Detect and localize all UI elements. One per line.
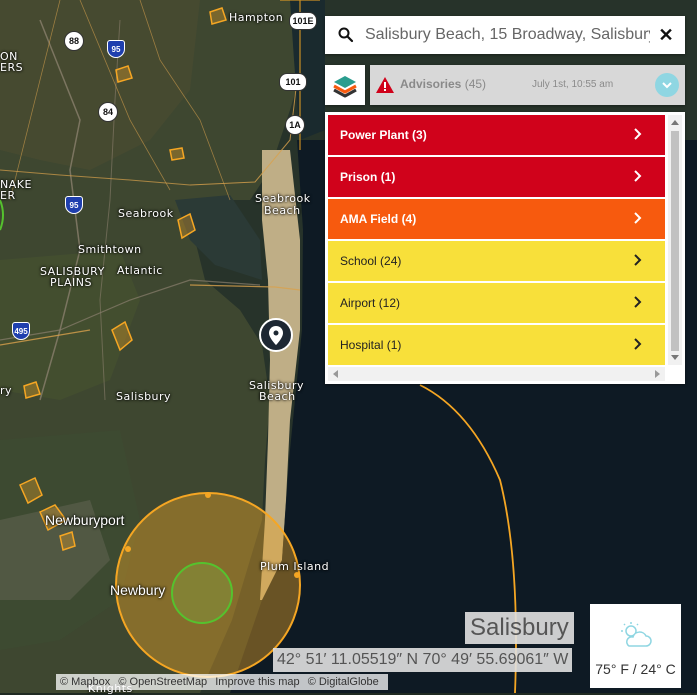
category-count: (1)	[386, 338, 402, 352]
layers-button[interactable]	[325, 65, 365, 105]
map-label-smithtown: Smithtown	[78, 243, 142, 256]
chevron-right-icon	[634, 212, 642, 224]
scroll-left-icon[interactable]	[333, 370, 338, 378]
advisory-categories-panel: Power Plant (3) Prison (1) AMA Field (4) Sc…	[325, 112, 685, 384]
attribution-mapbox[interactable]: © Mapbox	[60, 676, 110, 688]
category-row-school[interactable]: School (24)	[328, 241, 665, 281]
search-icon[interactable]	[337, 26, 355, 44]
category-name: Airport	[340, 296, 376, 310]
advisories-bar[interactable]: Advisories (45) July 1st, 10:55 am	[370, 65, 685, 105]
category-row-ama-field[interactable]: AMA Field (4)	[328, 199, 665, 239]
category-label: Power Plant (3)	[340, 128, 427, 142]
map-label-edge-2: ERS	[0, 61, 24, 74]
interstate-95-number: 95	[111, 45, 121, 54]
interstate-495-shield: 495	[12, 322, 30, 340]
map-label-newburyport: Newburyport	[45, 512, 125, 528]
map-label-edge-5: ry	[0, 384, 13, 397]
interstate-95-number-south: 95	[69, 201, 79, 210]
horizontal-scrollbar[interactable]	[328, 367, 665, 381]
interstate-95-shield-south: 95	[65, 196, 83, 214]
chevron-down-icon[interactable]	[655, 73, 679, 97]
chevron-right-icon	[634, 170, 642, 182]
category-label: School (24)	[340, 254, 401, 268]
search-bar: ✕	[325, 16, 685, 54]
category-name: Prison	[340, 170, 378, 184]
advisories-timestamp: July 1st, 10:55 am	[532, 79, 614, 90]
layers-icon	[333, 76, 357, 98]
chevron-right-icon	[634, 296, 642, 308]
map-label-salisbury: Salisbury	[116, 390, 172, 403]
map-label-hampton: Hampton	[229, 11, 284, 24]
chevron-right-icon	[634, 338, 642, 350]
category-count: (12)	[378, 296, 401, 310]
map-label-salisbury-beach-2: Beach	[259, 390, 296, 403]
map-attribution: © Mapbox © OpenStreetMap Improve this ma…	[56, 674, 388, 690]
category-count: (3)	[412, 128, 427, 142]
category-name: Hospital	[340, 338, 384, 352]
weather-widget: 75° F / 24° C	[590, 604, 681, 688]
category-label: AMA Field (4)	[340, 212, 416, 226]
scrollbar-thumb[interactable]	[671, 131, 679, 351]
scroll-down-icon[interactable]	[671, 355, 679, 360]
advisories-count: (45)	[464, 77, 487, 91]
route-101e-shield: 101E	[289, 12, 317, 30]
partly-cloudy-icon	[621, 622, 652, 647]
category-label: Prison (1)	[340, 170, 395, 184]
category-list: Power Plant (3) Prison (1) AMA Field (4) Sc…	[328, 115, 665, 367]
category-row-prison[interactable]: Prison (1)	[328, 157, 665, 197]
route-101-shield: 101	[279, 73, 307, 91]
category-count: (24)	[380, 254, 402, 268]
map-label-plum-island: Plum Island	[260, 560, 330, 573]
route-1a-shield: 1A	[285, 115, 305, 135]
location-name: Salisbury	[465, 612, 574, 644]
category-name: AMA Field	[340, 212, 399, 226]
interstate-95-shield: 95	[107, 40, 125, 58]
category-name: Power Plant	[340, 128, 409, 142]
category-count: (4)	[401, 212, 417, 226]
category-row-hospital[interactable]: Hospital (1)	[328, 325, 665, 365]
close-icon[interactable]: ✕	[655, 24, 677, 46]
map-label-edge-4: ER	[0, 189, 16, 202]
warning-icon	[376, 77, 394, 93]
chevron-right-icon	[634, 254, 642, 266]
map-label-salisbury-plains-2: PLAINS	[50, 276, 92, 289]
scroll-up-icon[interactable]	[671, 120, 679, 125]
interstate-495-number: 495	[14, 327, 28, 336]
attribution-digitalglobe[interactable]: © DigitalGlobe	[308, 676, 379, 688]
category-row-power-plant[interactable]: Power Plant (3)	[328, 115, 665, 155]
weather-temperature: 75° F / 24° C	[595, 661, 676, 677]
map-label-seabrook: Seabrook	[118, 207, 174, 220]
category-label: Hospital (1)	[340, 338, 401, 352]
route-84-shield: 84	[98, 102, 118, 122]
category-name: School	[340, 254, 377, 268]
advisories-title: Advisories (45)	[400, 77, 486, 91]
map-label-seabrook-beach-2: Beach	[264, 204, 301, 217]
category-label: Airport (12)	[340, 296, 400, 310]
search-input[interactable]	[365, 22, 650, 48]
category-count: (1)	[380, 170, 396, 184]
location-coordinates: 42° 51′ 11.05519″ N 70° 49′ 55.69061″ W	[273, 648, 573, 672]
improve-map-link[interactable]: Improve this map	[215, 676, 299, 688]
route-88-shield: 88	[64, 31, 84, 51]
vertical-scrollbar[interactable]	[668, 115, 682, 365]
scroll-right-icon[interactable]	[655, 370, 660, 378]
attribution-osm[interactable]: © OpenStreetMap	[118, 676, 207, 688]
map-label-atlantic: Atlantic	[117, 264, 163, 277]
category-row-airport[interactable]: Airport (12)	[328, 283, 665, 323]
chevron-right-icon	[634, 128, 642, 140]
map-label-newbury: Newbury	[110, 582, 166, 598]
advisories-label: Advisories	[400, 77, 462, 91]
